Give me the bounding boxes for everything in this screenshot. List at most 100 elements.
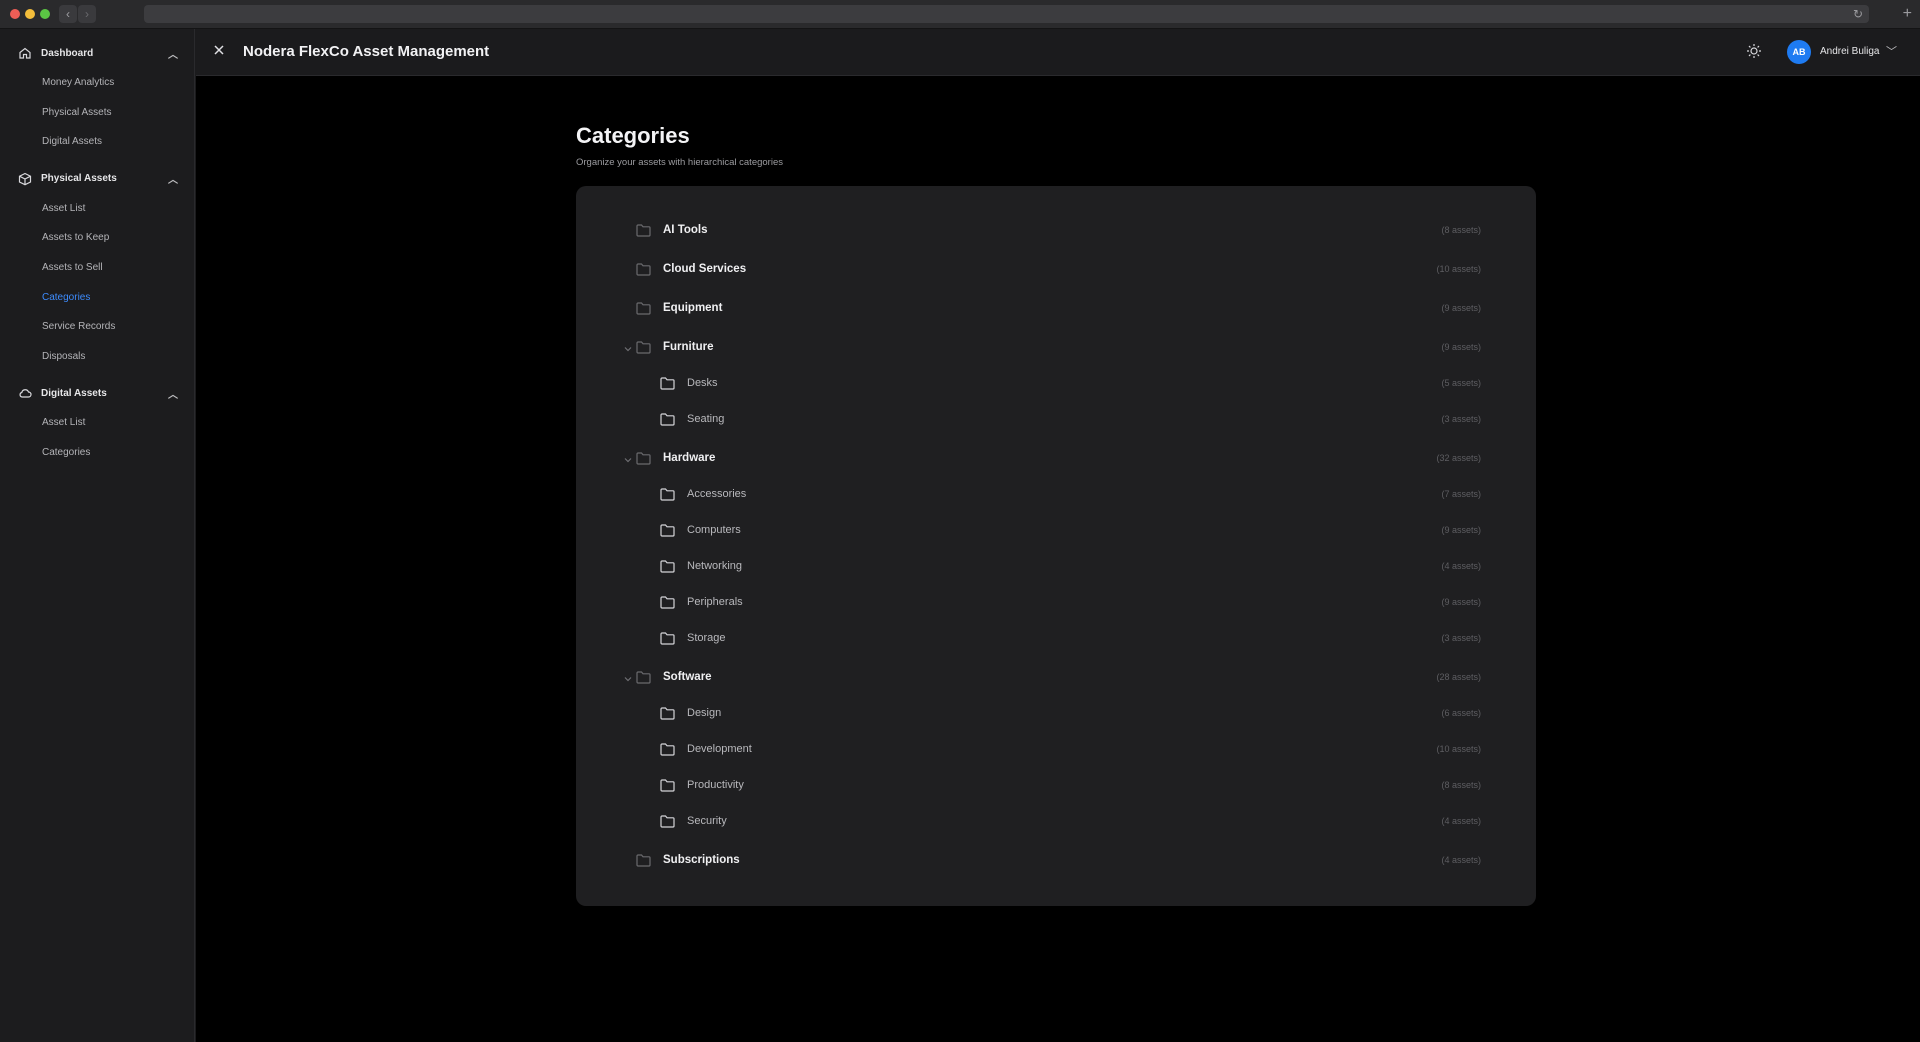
folder-icon (660, 560, 675, 573)
asset-count: (10 assets) (1436, 264, 1481, 274)
folder-icon (636, 452, 651, 465)
sidebar-header-label: Digital Assets (41, 387, 107, 399)
category-row[interactable]: Hardware (32 assets) (576, 444, 1536, 474)
app-title: Nodera FlexCo Asset Management (243, 43, 490, 60)
main-content: Categories Organize your assets with hie… (196, 76, 1920, 1042)
chevron-up-icon[interactable]: ︿ (168, 386, 178, 401)
subcategory-row[interactable]: Productivity (8 assets) (576, 771, 1536, 801)
category-label: Cloud Services (663, 263, 747, 275)
folder-icon (660, 779, 675, 792)
folder-icon (660, 596, 675, 609)
sidebar-item-digital-asset-list[interactable]: Asset List (0, 408, 194, 438)
close-window-button[interactable] (10, 9, 20, 19)
folder-icon (660, 707, 675, 720)
home-icon (18, 46, 32, 60)
asset-count: (10 assets) (1436, 744, 1481, 754)
category-label: Furniture (663, 341, 714, 353)
folder-icon (636, 341, 651, 354)
sidebar-item-digital-assets[interactable]: Digital Assets (0, 127, 194, 157)
subcategory-row[interactable]: Development (10 assets) (576, 735, 1536, 765)
subcategory-row[interactable]: Computers (9 assets) (576, 516, 1536, 546)
category-row[interactable]: Software (28 assets) (576, 663, 1536, 693)
sidebar-header-label: Dashboard (41, 47, 94, 59)
chevron-down-icon[interactable]: ﹀ (1886, 43, 1897, 59)
subcategory-row[interactable]: Security (4 assets) (576, 807, 1536, 837)
chevron-up-icon[interactable]: ︿ (168, 46, 178, 61)
category-row[interactable]: Subscriptions (4 assets) (576, 846, 1536, 876)
sidebar-header-label: Physical Assets (41, 173, 117, 185)
folder-icon (636, 224, 651, 237)
category-tree: AI Tools (8 assets) Cloud Services (10 asse… (576, 186, 1536, 906)
folder-icon (660, 413, 675, 426)
sidebar-header-physical-assets[interactable]: Physical Assets ︿ (0, 164, 194, 194)
asset-count: (28 assets) (1436, 672, 1481, 682)
folder-icon (636, 854, 651, 867)
browser-toolbar: ‹ › ↻ + (0, 0, 1920, 29)
sidebar-header-digital-assets[interactable]: Digital Assets ︿ (0, 378, 194, 408)
subcategory-row[interactable]: Peripherals (9 assets) (576, 588, 1536, 618)
folder-icon (660, 743, 675, 756)
reload-icon[interactable]: ↻ (1853, 7, 1863, 21)
asset-count: (4 assets) (1441, 816, 1481, 826)
sidebar-item-categories[interactable]: Categories (0, 283, 194, 313)
asset-count: (7 assets) (1441, 489, 1481, 499)
theme-toggle-sun-icon[interactable] (1745, 42, 1763, 60)
sidebar-item-asset-list[interactable]: Asset List (0, 194, 194, 224)
back-arrow-icon[interactable]: ‹ (59, 5, 77, 23)
subcategory-row[interactable]: Design (6 assets) (576, 699, 1536, 729)
category-row[interactable]: AI Tools (8 assets) (576, 216, 1536, 246)
subcategory-row[interactable]: Accessories (7 assets) (576, 480, 1536, 510)
sidebar-item-digital-categories[interactable]: Categories (0, 438, 194, 468)
sidebar: Dashboard ︿ Money Analytics Physical Ass… (0, 29, 195, 1042)
sidebar-item-disposals[interactable]: Disposals (0, 342, 194, 372)
subcategory-row[interactable]: Storage (3 assets) (576, 624, 1536, 654)
category-label: Networking (687, 560, 743, 572)
subcategory-row[interactable]: Seating (3 assets) (576, 405, 1536, 435)
folder-icon (660, 524, 675, 537)
folder-icon (660, 815, 675, 828)
folder-icon (660, 632, 675, 645)
category-label: Software (663, 671, 712, 683)
asset-count: (32 assets) (1436, 453, 1481, 463)
subcategory-row[interactable]: Desks (5 assets) (576, 369, 1536, 399)
avatar[interactable]: AB (1787, 40, 1811, 64)
chevron-down-icon[interactable] (622, 672, 634, 684)
sidebar-item-physical-assets[interactable]: Physical Assets (0, 98, 194, 128)
top-bar: Nodera FlexCo Asset Management AB Andrei… (196, 29, 1920, 76)
chevron-down-icon[interactable] (622, 342, 634, 354)
category-label: Development (687, 743, 752, 755)
forward-arrow-icon[interactable]: › (78, 5, 96, 23)
sidebar-item-assets-to-sell[interactable]: Assets to Sell (0, 253, 194, 283)
category-label: Productivity (687, 779, 744, 791)
asset-count: (3 assets) (1441, 633, 1481, 643)
asset-count: (9 assets) (1441, 525, 1481, 535)
asset-count: (8 assets) (1441, 780, 1481, 790)
sidebar-item-money-analytics[interactable]: Money Analytics (0, 68, 194, 98)
category-row[interactable]: Furniture (9 assets) (576, 333, 1536, 363)
category-label: Desks (687, 377, 718, 389)
asset-count: (4 assets) (1441, 855, 1481, 865)
minimize-window-button[interactable] (25, 9, 35, 19)
maximize-window-button[interactable] (40, 9, 50, 19)
sidebar-item-assets-to-keep[interactable]: Assets to Keep (0, 223, 194, 253)
asset-count: (3 assets) (1441, 414, 1481, 424)
chevron-down-icon[interactable] (622, 453, 634, 465)
new-tab-icon[interactable]: + (1903, 6, 1912, 22)
category-label: Equipment (663, 302, 723, 314)
category-row[interactable]: Cloud Services (10 assets) (576, 255, 1536, 285)
category-row[interactable]: Equipment (9 assets) (576, 294, 1536, 324)
asset-count: (5 assets) (1441, 378, 1481, 388)
subcategory-row[interactable]: Networking (4 assets) (576, 552, 1536, 582)
category-label: Subscriptions (663, 854, 740, 866)
page-title: Categories (576, 123, 690, 148)
sidebar-header-dashboard[interactable]: Dashboard ︿ (0, 38, 194, 68)
category-label: Accessories (687, 488, 747, 500)
sidebar-section-physical-assets: Physical Assets ︿ Asset List Assets to K… (0, 164, 194, 372)
user-name[interactable]: Andrei Buliga (1820, 46, 1879, 57)
folder-icon (636, 263, 651, 276)
sidebar-item-service-records[interactable]: Service Records (0, 312, 194, 342)
chevron-up-icon[interactable]: ︿ (168, 171, 178, 186)
address-bar[interactable]: ↻ (144, 5, 1869, 23)
close-icon[interactable] (210, 41, 228, 59)
folder-icon (636, 302, 651, 315)
